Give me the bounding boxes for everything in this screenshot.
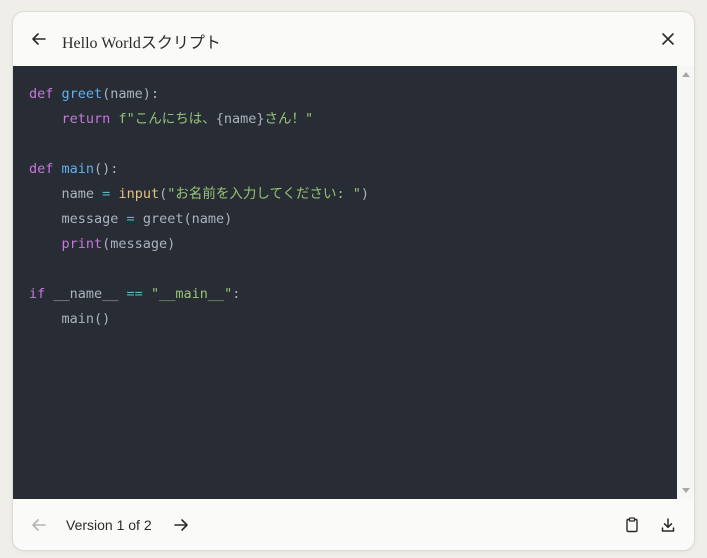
code-token: (message) — [102, 236, 176, 252]
code-token: f"こんにちは、 — [118, 111, 216, 127]
arrow-left-icon — [32, 33, 46, 45]
code-token: def — [29, 161, 54, 177]
code-viewer[interactable]: def greet(name): return f"こんにちは、{name}さん… — [13, 66, 677, 499]
code-token: input — [118, 186, 160, 202]
code-token: return — [61, 111, 111, 127]
scroll-up-arrow[interactable] — [682, 72, 690, 77]
code-token: __name__ — [45, 286, 127, 302]
code-token: def — [29, 86, 54, 102]
code-line: print(message) — [29, 232, 369, 257]
panel-footer: Version 1 of 2 — [13, 499, 694, 550]
code-token: name — [29, 186, 103, 202]
code-block: def greet(name): return f"こんにちは、{name}さん… — [29, 82, 369, 332]
scroll-down-arrow[interactable] — [682, 488, 690, 493]
code-token: "__main__" — [150, 286, 233, 302]
code-token: (name): — [102, 86, 160, 102]
arrow-left-icon — [32, 519, 46, 531]
code-line: def main(): — [29, 157, 369, 182]
code-token: if — [29, 286, 46, 302]
version-label: Version 1 of 2 — [66, 517, 152, 533]
back-button[interactable] — [25, 25, 53, 53]
code-token: "お名前を入力してください: " — [167, 186, 361, 202]
download-button[interactable] — [654, 511, 682, 539]
code-line: return f"こんにちは、{name}さん！" — [29, 107, 369, 132]
code-token: main — [61, 161, 95, 177]
code-token: {name} — [215, 111, 265, 127]
copy-button[interactable] — [618, 511, 646, 539]
code-token: (): — [94, 161, 119, 177]
code-line: def greet(name): — [29, 82, 369, 107]
vertical-scrollbar[interactable] — [677, 66, 694, 499]
panel-title: Hello Worldスクリプト — [62, 35, 221, 52]
clipboard-icon — [626, 517, 638, 533]
code-line: name = input("お名前を入力してください: ") — [29, 182, 370, 207]
code-token: : — [232, 286, 241, 302]
code-token: greet(name) — [134, 211, 233, 227]
code-token: greet — [61, 86, 103, 102]
code-line: message = greet(name) — [29, 207, 369, 232]
next-version-button[interactable] — [167, 511, 195, 539]
code-token: main() — [29, 311, 111, 327]
code-token: さん！" — [264, 111, 314, 127]
close-button[interactable] — [654, 25, 682, 53]
panel-header: Hello Worldスクリプト — [13, 12, 694, 66]
code-token: ( — [159, 186, 168, 202]
arrow-right-icon — [174, 519, 188, 531]
download-icon — [661, 518, 675, 532]
close-icon — [662, 33, 674, 45]
code-line: if __name__ == "__main__": — [29, 282, 369, 307]
code-token: = — [126, 211, 135, 227]
code-line: main() — [29, 307, 369, 332]
code-token: ) — [360, 186, 370, 202]
artifact-panel: Hello Worldスクリプト def greet(name): return… — [12, 11, 695, 551]
code-token: message — [29, 211, 127, 227]
code-token: == — [126, 286, 143, 302]
code-token: print — [61, 236, 103, 252]
previous-version-button[interactable] — [25, 511, 53, 539]
